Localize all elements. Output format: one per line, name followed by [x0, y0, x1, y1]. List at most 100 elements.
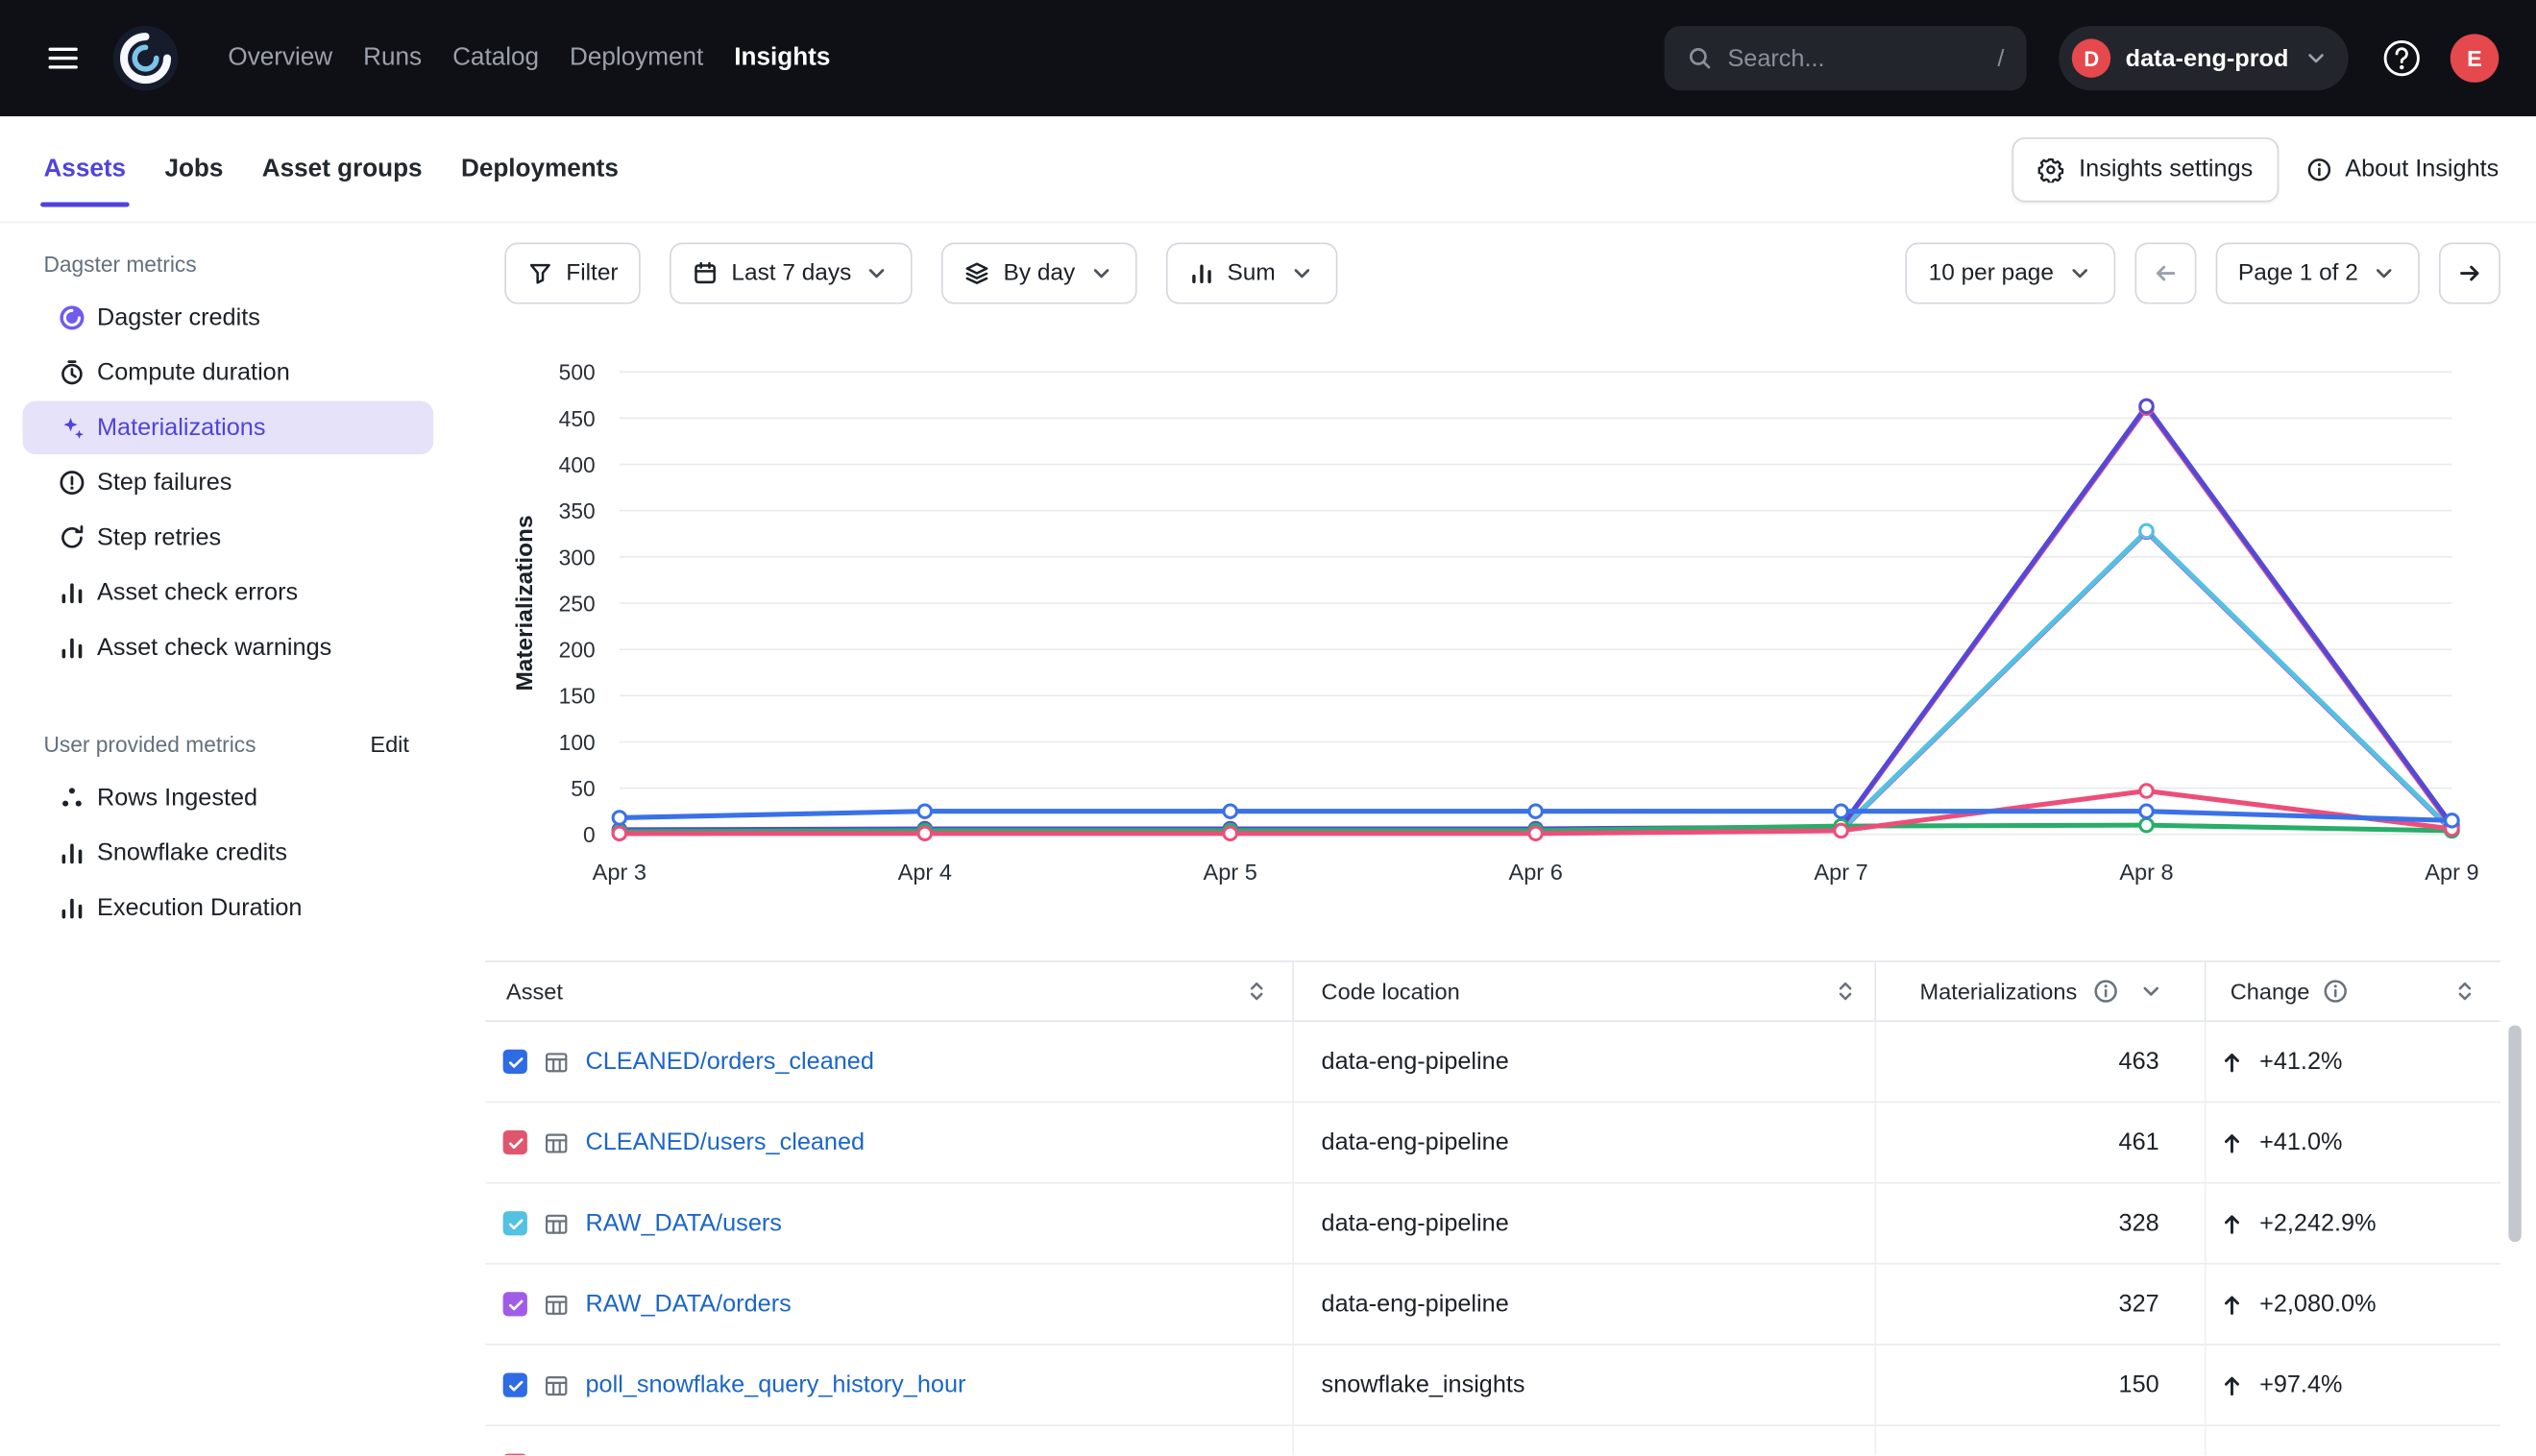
asset-checkbox[interactable] — [503, 1372, 527, 1396]
table-row: CLEANED/users_cleaneddata-eng-pipeline46… — [485, 1103, 2500, 1183]
asset-link[interactable]: RAW_DATA/orders — [585, 1291, 791, 1319]
menu-button[interactable] — [45, 40, 81, 76]
arrow-up-icon — [2219, 1291, 2245, 1317]
info-icon[interactable] — [2323, 979, 2349, 1005]
nav-item-catalog[interactable]: Catalog — [452, 43, 539, 72]
sidebar-item-step-failures[interactable]: Step failures — [23, 456, 434, 510]
table-body: CLEANED/orders_cleaned data-eng-pipeline 4… — [485, 1022, 2500, 1455]
tab-jobs[interactable]: Jobs — [164, 155, 223, 183]
svg-text:Apr 5: Apr 5 — [1204, 860, 1257, 885]
nav-item-runs[interactable]: Runs — [363, 43, 422, 72]
asset-link[interactable]: RAW_DATA/users — [585, 1209, 781, 1237]
tab-deployments[interactable]: Deployments — [461, 155, 619, 183]
asset-cell: CLEANED/orders_cleaned — [485, 1022, 1294, 1102]
sidebar-item-dagster-credits[interactable]: Dagster credits — [23, 291, 434, 345]
gear-icon — [2038, 156, 2064, 182]
sort-both-icon[interactable] — [2451, 979, 2477, 1005]
asset-checkbox[interactable] — [503, 1454, 527, 1456]
materializations-cell: 327 — [1876, 1265, 2206, 1345]
svg-text:Apr 8: Apr 8 — [2119, 860, 2173, 885]
sidebar-item-label: Rows Ingested — [97, 785, 257, 813]
main-content: Filter Last 7 days By day Sum 10 per pag… — [457, 223, 2536, 1455]
asset-cell — [485, 1426, 1294, 1455]
hamburger-icon[interactable] — [45, 40, 81, 76]
next-page-button[interactable] — [2439, 243, 2500, 304]
info-icon — [2306, 156, 2332, 182]
per-page-dropdown[interactable]: 10 per page — [1906, 243, 2115, 304]
sort-both-icon[interactable] — [1833, 979, 1859, 1005]
grid-icon — [544, 1210, 570, 1236]
sidebar-item-execution-duration[interactable]: Execution Duration — [23, 882, 434, 935]
asset-checkbox[interactable] — [503, 1130, 527, 1154]
svg-text:300: 300 — [559, 545, 596, 570]
change-cell: +97.4% — [2207, 1346, 2500, 1425]
tab-assets[interactable]: Assets — [43, 155, 126, 183]
table-scrollbar[interactable] — [2508, 1025, 2521, 1242]
sidebar-item-asset-check-warnings[interactable]: Asset check warnings — [23, 621, 434, 675]
sort-both-icon[interactable] — [1244, 979, 1270, 1005]
asset-cell: RAW_DATA/orders — [485, 1265, 1294, 1345]
chevron-down-icon — [865, 260, 890, 286]
about-insights-link[interactable]: About Insights — [2306, 156, 2499, 183]
page-dropdown[interactable]: Page 1 of 2 — [2215, 243, 2419, 304]
group-by-dropdown[interactable]: By day — [942, 243, 1137, 304]
column-header-code-location[interactable]: Code location — [1294, 962, 1876, 1021]
search-input[interactable]: Search... / — [1665, 26, 2027, 90]
user-avatar[interactable]: E — [2451, 34, 2499, 83]
materializations-cell: 328 — [1876, 1183, 2206, 1263]
chevron-down-icon — [2066, 260, 2092, 286]
chevron-down-icon[interactable] — [2138, 979, 2164, 1005]
insights-settings-label: Insights settings — [2079, 156, 2253, 183]
materializations-value: 328 — [2119, 1209, 2159, 1237]
materializations-line-chart: 050100150200250300350400450500Apr 3Apr 4… — [457, 340, 2536, 900]
arrow-right-icon[interactable] — [2457, 260, 2483, 286]
svg-text:0: 0 — [583, 822, 596, 847]
nav-item-deployment[interactable]: Deployment — [570, 43, 703, 72]
sidebar-item-step-retries[interactable]: Step retries — [23, 511, 434, 565]
prev-page-button[interactable] — [2134, 243, 2196, 304]
sidebar-item-rows-ingested[interactable]: Rows Ingested — [23, 771, 434, 825]
column-header-change[interactable]: Change — [2207, 962, 2500, 1021]
group-by-label: By day — [1004, 260, 1076, 286]
arrow-up-icon — [2219, 1049, 2245, 1075]
code-location-cell: data-eng-pipeline — [1294, 1103, 1876, 1182]
column-header-materializations[interactable]: Materializations — [1876, 962, 2206, 1021]
chevron-down-icon — [1288, 260, 1314, 286]
sidebar-item-materializations[interactable]: Materializations — [23, 401, 434, 455]
date-range-dropdown[interactable]: Last 7 days — [670, 243, 913, 304]
sidebar-item-asset-check-errors[interactable]: Asset check errors — [23, 566, 434, 619]
chevron-down-icon — [2371, 260, 2397, 286]
svg-text:Apr 4: Apr 4 — [898, 860, 952, 885]
asset-link[interactable]: poll_snowflake_query_history_hour — [585, 1371, 965, 1399]
tab-asset-groups[interactable]: Asset groups — [262, 155, 423, 183]
sidebar-item-label: Execution Duration — [97, 894, 302, 922]
code-location-cell: snowflake_insights — [1294, 1346, 1876, 1425]
nav-item-insights[interactable]: Insights — [734, 43, 830, 72]
sidebar-item-compute-duration[interactable]: Compute duration — [23, 346, 434, 400]
sidebar-item-snowflake-credits[interactable]: Snowflake credits — [23, 826, 434, 880]
page-label: Page 1 of 2 — [2238, 260, 2358, 286]
nav-item-overview[interactable]: Overview — [228, 43, 332, 72]
materializations-value: 463 — [2119, 1048, 2159, 1076]
arrow-up-icon — [2219, 1129, 2245, 1155]
help-button[interactable] — [2380, 37, 2423, 80]
column-header-asset[interactable]: Asset — [485, 962, 1294, 1021]
asset-checkbox[interactable] — [503, 1211, 527, 1235]
edit-metrics-link[interactable]: Edit — [370, 731, 409, 757]
asset-link[interactable]: CLEANED/users_cleaned — [585, 1128, 865, 1156]
org-switcher[interactable]: D data-eng-prod — [2060, 26, 2349, 90]
sidebar-item-label: Dagster credits — [97, 304, 260, 332]
question-icon[interactable] — [2380, 37, 2423, 80]
aggregation-dropdown[interactable]: Sum — [1166, 243, 1337, 304]
asset-checkbox[interactable] — [503, 1050, 527, 1074]
asset-link[interactable]: CLEANED/orders_cleaned — [585, 1048, 873, 1076]
tabs: Assets Jobs Asset groups Deployments — [43, 155, 618, 183]
info-icon[interactable] — [2093, 979, 2119, 1005]
asset-checkbox[interactable] — [503, 1292, 527, 1316]
insights-settings-button[interactable]: Insights settings — [2012, 136, 2279, 201]
dagster-logo[interactable] — [111, 24, 180, 92]
svg-text:350: 350 — [559, 498, 596, 523]
arrow-left-icon[interactable] — [2153, 260, 2179, 286]
filter-button[interactable]: Filter — [504, 243, 641, 304]
dagster-logo-icon[interactable] — [111, 24, 180, 92]
